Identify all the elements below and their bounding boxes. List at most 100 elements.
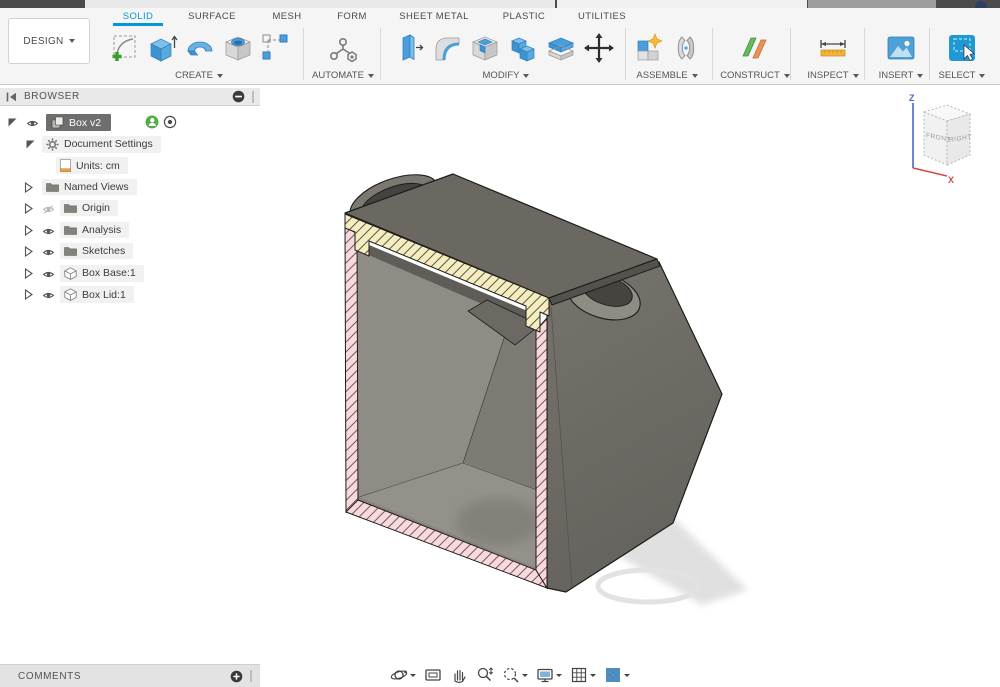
tree-row-origin[interactable]: Origin: [0, 198, 260, 220]
viewcube[interactable]: Z X FRONT RIGHT: [875, 90, 995, 205]
tree-row-box-v2[interactable]: Box v2: [0, 112, 260, 134]
tree-row-document-settings[interactable]: Document Settings: [0, 134, 260, 156]
ribbon-group-automate: AUTOMATE: [312, 26, 374, 84]
panel-scrollbar[interactable]: [250, 670, 252, 682]
cloud-status-badge[interactable]: [145, 115, 159, 129]
tab-utilities[interactable]: UTILITIES: [578, 11, 626, 22]
measure-icon[interactable]: [816, 32, 850, 64]
extrude-icon[interactable]: [146, 32, 178, 64]
collapse-panel-icon[interactable]: [6, 92, 17, 102]
panel-scrollbar[interactable]: [252, 91, 254, 103]
collapsed-arrow-icon[interactable]: [24, 225, 33, 236]
tree-row-analysis[interactable]: Analysis: [0, 220, 260, 242]
move-copy-icon[interactable]: [583, 32, 615, 64]
tree-row-box-base[interactable]: Box Base:1: [0, 263, 260, 285]
tree-row-box-lid[interactable]: Box Lid:1: [0, 284, 260, 306]
group-label-automate[interactable]: AUTOMATE: [312, 70, 364, 81]
tree-item-pill: Box Lid:1: [60, 286, 134, 303]
browser-panel-header[interactable]: BROWSER: [0, 88, 260, 106]
group-separator: [864, 28, 865, 80]
visibility-eye-off-icon[interactable]: [42, 205, 55, 214]
group-label-insert[interactable]: INSERT: [879, 70, 914, 81]
zoom-icon: [476, 666, 494, 684]
revolve-icon[interactable]: [184, 32, 216, 64]
profile-avatar[interactable]: [975, 1, 987, 8]
body-icon: [64, 267, 77, 280]
press-pull-icon[interactable]: [397, 32, 425, 64]
tree-item-label: Document Settings: [64, 138, 153, 150]
viewports-button[interactable]: [602, 665, 632, 685]
rectangular-pattern-icon[interactable]: [260, 32, 290, 64]
tree-row-named-views[interactable]: Named Views: [0, 177, 260, 199]
group-label-assemble[interactable]: ASSEMBLE: [636, 70, 687, 81]
component-icon: [51, 116, 64, 129]
tree-row-units[interactable]: Units: cm: [0, 155, 260, 177]
create-sketch-icon[interactable]: [108, 32, 140, 64]
expanded-arrow-icon[interactable]: [26, 140, 35, 149]
add-comment-icon[interactable]: [230, 670, 243, 683]
tree-row-sketches[interactable]: Sketches: [0, 241, 260, 263]
insert-canvas-icon[interactable]: [885, 32, 917, 64]
tab-surface[interactable]: SURFACE: [188, 11, 236, 22]
tab-plastic[interactable]: PLASTIC: [503, 11, 545, 22]
comments-panel-header[interactable]: COMMENTS: [0, 664, 260, 687]
select-icon[interactable]: [946, 32, 978, 64]
activate-component-radio[interactable]: [163, 115, 177, 129]
ribbon-group-create: CREATE: [100, 26, 298, 84]
display-settings-button[interactable]: [534, 665, 564, 685]
orbit-icon: [390, 666, 408, 684]
group-label-select[interactable]: SELECT: [939, 70, 976, 81]
design-workspace-button[interactable]: DESIGN: [8, 18, 90, 64]
automate-icon[interactable]: [326, 32, 360, 64]
dropdown-caret-icon: [692, 74, 698, 78]
collapsed-arrow-icon[interactable]: [24, 289, 33, 300]
pan-button[interactable]: [448, 665, 470, 685]
tab-mesh[interactable]: MESH: [272, 11, 301, 22]
hide-panel-icon[interactable]: [232, 90, 245, 103]
zoom-button[interactable]: [474, 665, 496, 685]
component-pill[interactable]: Box v2: [46, 114, 111, 131]
new-component-icon[interactable]: [633, 32, 665, 64]
folder-icon: [64, 203, 77, 213]
folder-icon: [64, 246, 77, 256]
dropdown-caret-icon: [523, 74, 529, 78]
fit-button[interactable]: [500, 665, 530, 685]
group-separator: [790, 28, 791, 80]
visibility-eye-icon[interactable]: [26, 119, 39, 128]
group-label-inspect[interactable]: INSPECT: [807, 70, 848, 81]
collapsed-arrow-icon[interactable]: [24, 203, 33, 214]
dropdown-caret-icon: [556, 674, 562, 677]
split-body-icon[interactable]: [545, 32, 577, 64]
group-label-modify[interactable]: MODIFY: [483, 70, 520, 81]
tab-form[interactable]: FORM: [337, 11, 367, 22]
joint-icon[interactable]: [671, 32, 701, 64]
tab-solid[interactable]: SOLID: [123, 11, 154, 22]
grid-settings-button[interactable]: [568, 665, 598, 685]
collapsed-arrow-icon[interactable]: [24, 246, 33, 257]
construction-plane-icon[interactable]: [739, 32, 771, 64]
visibility-eye-icon[interactable]: [42, 291, 55, 300]
tree-item-label: Sketches: [82, 245, 125, 257]
look-at-button[interactable]: [422, 665, 444, 685]
visibility-eye-icon[interactable]: [42, 227, 55, 236]
group-label-construct[interactable]: CONSTRUCT: [720, 70, 780, 81]
titlebar-segment: [808, 0, 936, 8]
ribbon-group-inspect: INSPECT: [800, 26, 866, 84]
visibility-eye-icon[interactable]: [42, 270, 55, 279]
browser-panel-title: BROWSER: [24, 91, 225, 102]
combine-icon[interactable]: [507, 32, 539, 64]
tab-sheet-metal[interactable]: SHEET METAL: [399, 11, 469, 22]
expanded-arrow-icon[interactable]: [8, 118, 17, 127]
shell-icon[interactable]: [469, 32, 501, 64]
fillet-icon[interactable]: [431, 32, 463, 64]
hole-icon[interactable]: [222, 32, 254, 64]
orbit-button[interactable]: [388, 665, 418, 685]
dropdown-caret-icon: [410, 674, 416, 677]
grid-icon: [570, 666, 588, 684]
visibility-eye-icon[interactable]: [42, 248, 55, 257]
pan-hand-icon: [450, 666, 468, 684]
titlebar-segment: [557, 0, 807, 8]
group-label-create[interactable]: CREATE: [175, 70, 213, 81]
collapsed-arrow-icon[interactable]: [24, 182, 33, 193]
collapsed-arrow-icon[interactable]: [24, 268, 33, 279]
